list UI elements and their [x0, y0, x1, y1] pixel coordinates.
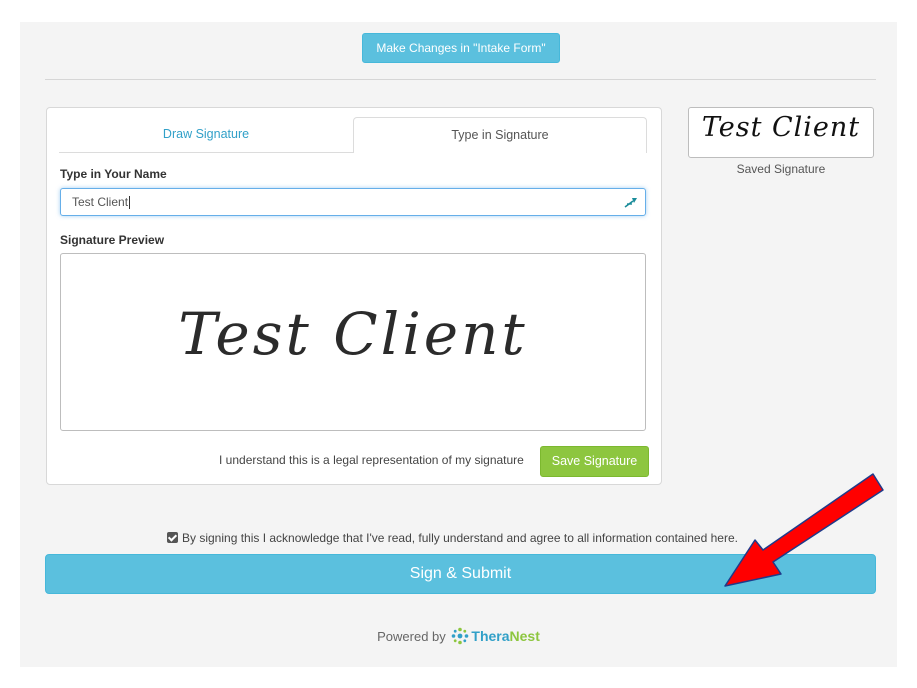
- brand-thera: Thera: [471, 628, 510, 644]
- name-field-label: Type in Your Name: [60, 167, 167, 181]
- theranest-logo-icon: [452, 627, 469, 645]
- tab-type-signature[interactable]: Type in Signature: [353, 117, 647, 153]
- name-input-value: Test Client: [72, 195, 131, 210]
- acknowledge-row[interactable]: By signing this I acknowledge that I've …: [167, 531, 738, 545]
- saved-signature-label: Saved Signature: [736, 162, 826, 176]
- name-input[interactable]: Test Client: [60, 188, 646, 216]
- legal-notice: I understand this is a legal representat…: [219, 453, 524, 467]
- red-arrow-annotation: [724, 473, 884, 587]
- signature-preview: Test Client: [60, 253, 646, 431]
- signature-tabs: Draw Signature Type in Signature: [59, 117, 649, 153]
- powered-by-text: Powered by: [377, 629, 446, 644]
- divider: [45, 79, 876, 80]
- preview-label: Signature Preview: [60, 233, 165, 247]
- powered-by-footer: Powered by TheraNest: [20, 627, 897, 645]
- brand-nest: Nest: [509, 628, 540, 644]
- signature-preview-text: Test Client: [178, 300, 528, 368]
- acknowledge-checkbox[interactable]: [167, 532, 178, 543]
- acknowledge-text: By signing this I acknowledge that I've …: [182, 531, 738, 545]
- signature-panel: Draw Signature Type in Signature Type in…: [46, 107, 662, 485]
- saved-signature-box: Test Client: [688, 107, 874, 158]
- pen-icon: [624, 198, 637, 208]
- make-changes-button[interactable]: Make Changes in "Intake Form": [362, 33, 560, 63]
- save-signature-button[interactable]: Save Signature: [540, 446, 649, 477]
- saved-signature-text: Test Client: [701, 112, 861, 143]
- tab-draw-signature[interactable]: Draw Signature: [59, 117, 353, 153]
